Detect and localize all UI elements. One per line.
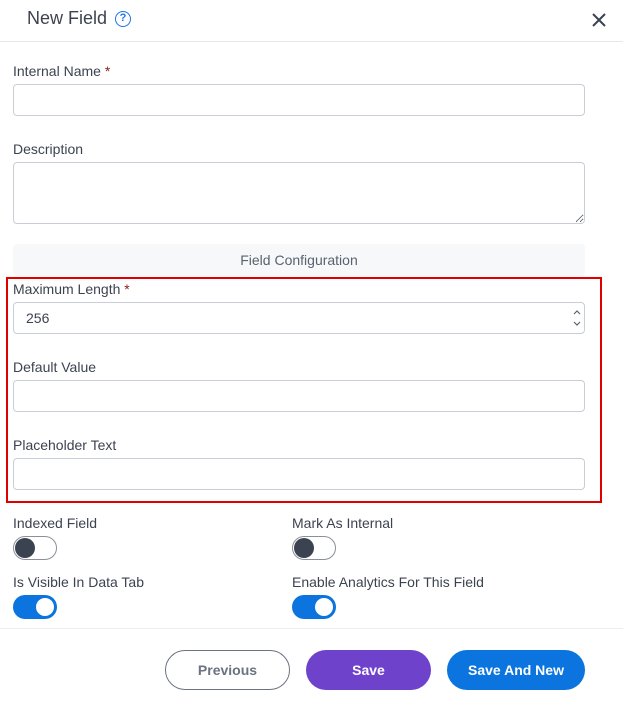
default-value-input[interactable] — [13, 380, 585, 412]
toggle-knob — [36, 598, 54, 616]
indexed-field-label: Indexed Field — [13, 515, 98, 531]
enable-analytics-label: Enable Analytics For This Field — [292, 574, 484, 590]
toggle-knob — [315, 598, 333, 616]
internal-name-input[interactable] — [13, 84, 585, 116]
placeholder-text-input[interactable] — [13, 458, 585, 490]
description-label: Description — [13, 141, 84, 157]
mark-as-internal-toggle[interactable] — [292, 536, 336, 560]
toggle-knob — [15, 538, 35, 558]
indexed-field-toggle[interactable] — [13, 536, 57, 560]
help-icon[interactable]: ? — [115, 11, 131, 27]
internal-name-label-text: Internal Name — [13, 63, 101, 79]
dialog-title: New Field — [27, 8, 108, 28]
mark-as-internal-label: Mark As Internal — [292, 515, 394, 531]
save-button[interactable]: Save — [306, 650, 431, 690]
visible-in-data-tab-toggle[interactable] — [13, 595, 57, 619]
spin-down-icon[interactable] — [573, 321, 581, 326]
previous-button[interactable]: Previous — [165, 650, 290, 690]
toggle-knob — [294, 538, 314, 558]
dialog-footer: Previous Save Save And New — [0, 628, 623, 704]
placeholder-text-label: Placeholder Text — [13, 437, 117, 453]
description-textarea[interactable] — [13, 162, 585, 224]
number-spinner[interactable] — [571, 306, 583, 330]
dialog-header: New Field ? — [0, 0, 623, 42]
close-icon[interactable] — [590, 11, 608, 29]
maximum-length-label: Maximum Length * — [13, 281, 130, 297]
save-and-new-button[interactable]: Save And New — [447, 650, 585, 690]
required-mark: * — [104, 63, 111, 79]
maximum-length-input[interactable] — [13, 302, 585, 334]
spin-up-icon[interactable] — [573, 310, 581, 315]
maximum-length-label-text: Maximum Length — [13, 281, 121, 297]
enable-analytics-toggle[interactable] — [292, 595, 336, 619]
internal-name-label: Internal Name * — [13, 63, 110, 79]
required-mark: * — [124, 281, 130, 297]
field-configuration-section: Field Configuration — [13, 244, 585, 276]
visible-in-data-tab-label: Is Visible In Data Tab — [13, 574, 145, 590]
default-value-label: Default Value — [13, 359, 97, 375]
